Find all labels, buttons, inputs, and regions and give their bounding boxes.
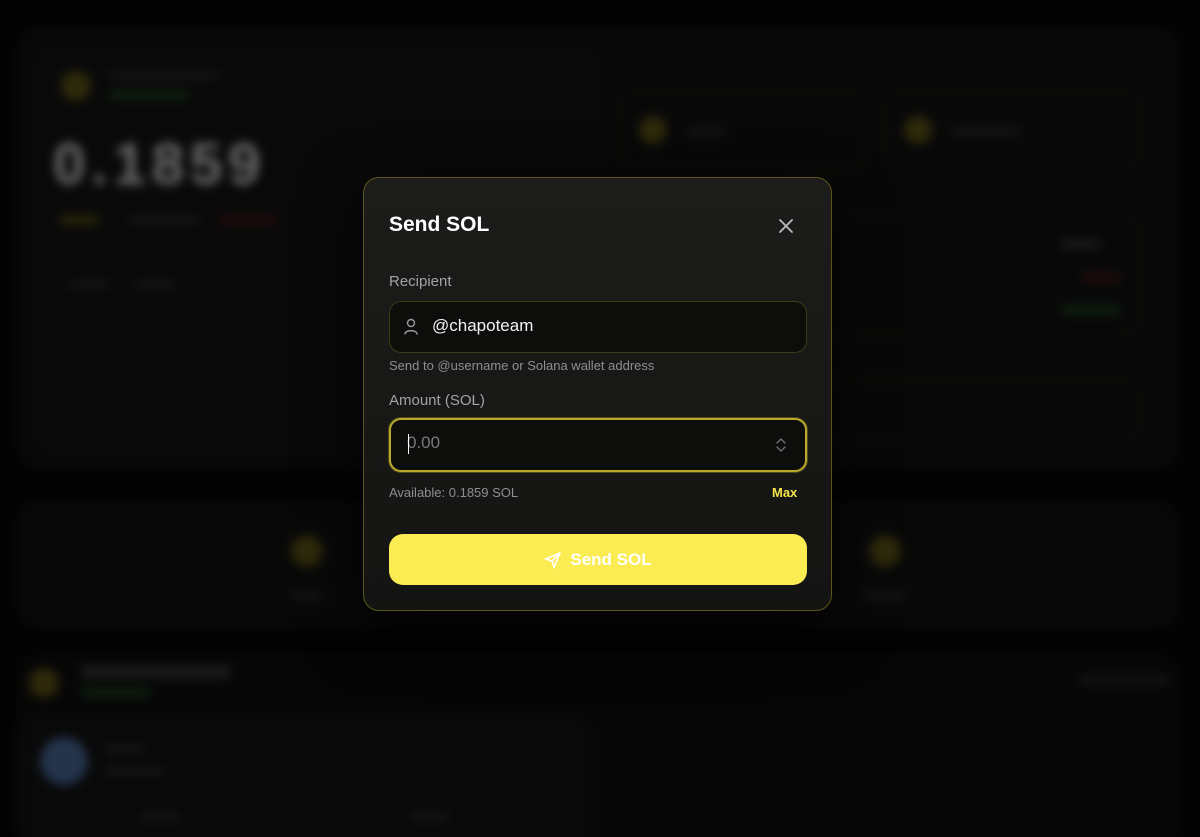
amount-input[interactable]: [407, 433, 747, 453]
modal-title: Send SOL: [389, 213, 490, 236]
send-sol-button[interactable]: Send SOL: [389, 534, 807, 585]
recipient-input[interactable]: [432, 316, 772, 336]
stepper-icon[interactable]: [775, 435, 787, 455]
amount-field[interactable]: [389, 418, 807, 472]
recipient-hint: Send to @username or Solana wallet addre…: [389, 358, 655, 373]
user-icon: [404, 318, 418, 335]
amount-label: Amount (SOL): [389, 392, 485, 409]
available-balance: Available: 0.1859 SOL: [389, 485, 519, 500]
close-button[interactable]: [772, 212, 800, 240]
max-button[interactable]: Max: [772, 485, 797, 500]
recipient-label: Recipient: [389, 273, 452, 290]
close-icon: [779, 219, 793, 233]
send-sol-modal: Send SOL Recipient Send to @username or …: [363, 177, 832, 611]
text-caret: [408, 434, 409, 454]
send-button-label: Send SOL: [570, 549, 652, 569]
paper-plane-icon: [545, 551, 562, 568]
recipient-field[interactable]: [389, 301, 807, 353]
